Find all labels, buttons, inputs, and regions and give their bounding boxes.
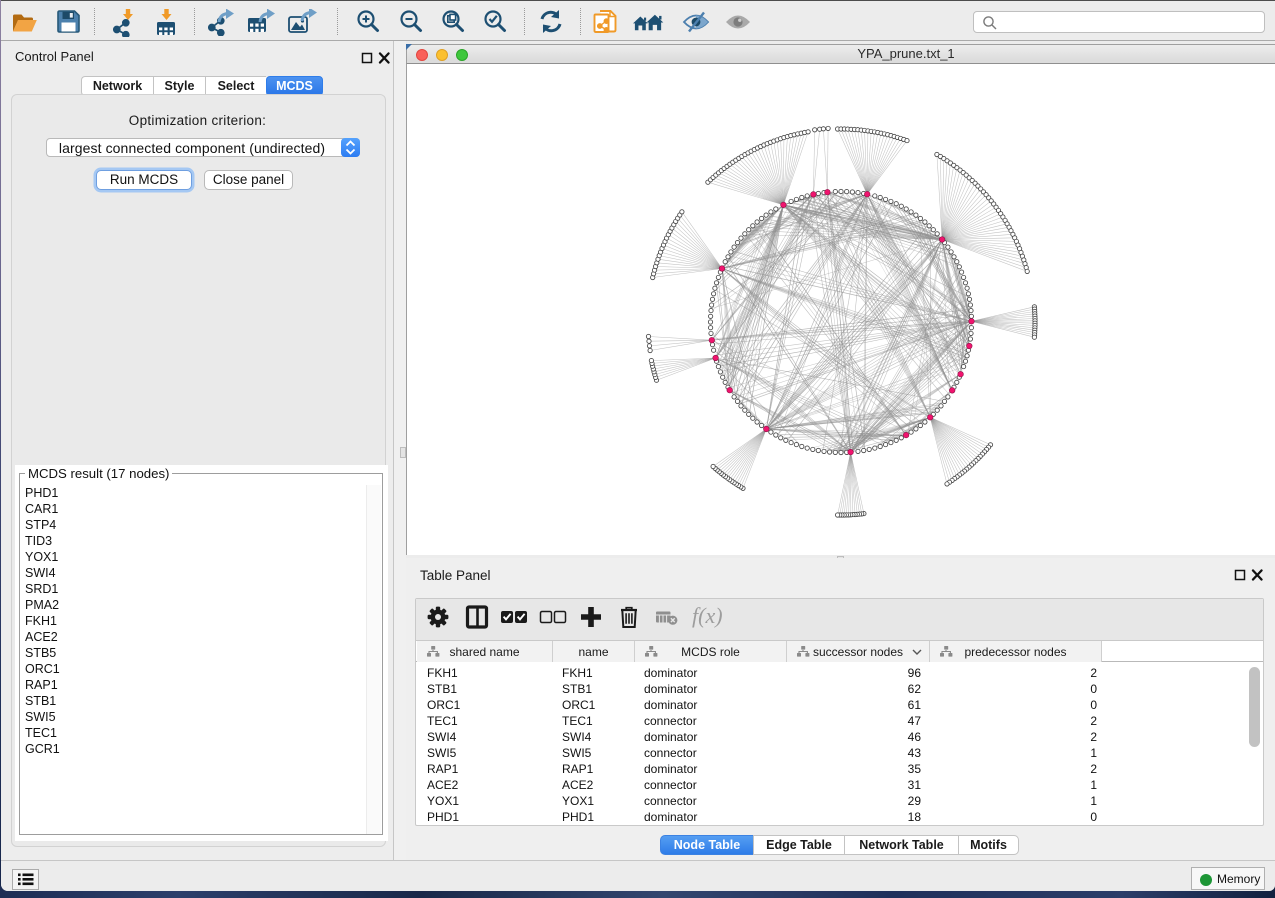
svg-text:f(x): f(x) [692, 603, 723, 628]
